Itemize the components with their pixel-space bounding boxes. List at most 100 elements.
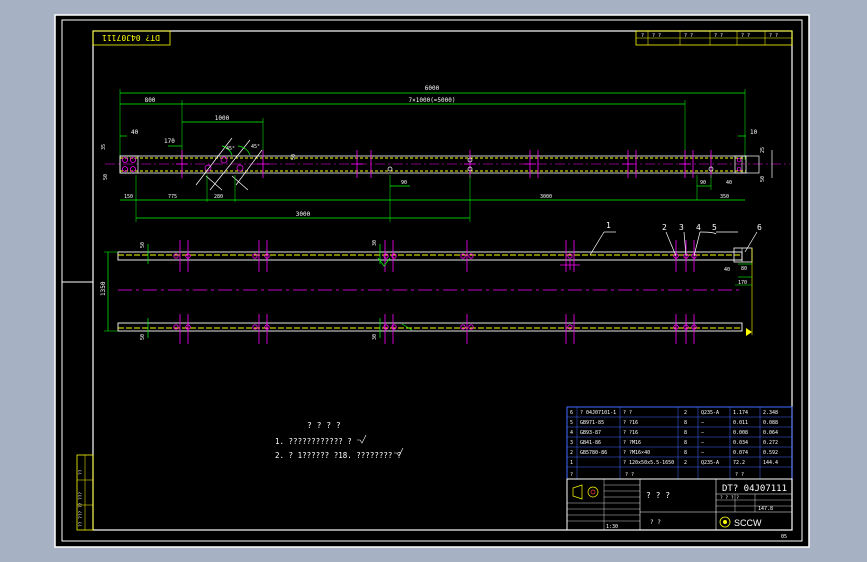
dim-spacing: 7×1000(=5000) [409, 97, 456, 104]
bom-cell-w1: 0.034 [733, 440, 748, 446]
cad-canvas[interactable]: DT? 04J07111 ? ? ? ? ? ? ? ? ? ? ? 6000 … [0, 0, 867, 562]
bom-cell-w1: 0.074 [733, 450, 748, 456]
bom-cell-no: 6 [570, 410, 573, 416]
bom-cell-name: ? ? [623, 410, 632, 416]
dim-3000b: 3000 [540, 194, 552, 200]
balloon-5: 5 [712, 223, 717, 232]
bom-header-mat: ? ? [735, 472, 744, 478]
bom-header-name: ? ? [625, 472, 634, 478]
side-dim-30b: 30 [372, 334, 378, 340]
title-tiny-row: ? ? ? ? [720, 495, 739, 501]
notes-title: ? ? ? ? [307, 421, 341, 430]
dim-10: 10 [750, 129, 758, 136]
dim-1000: 1000 [215, 115, 230, 122]
notes-line-2: 2. ? 1?????? ?18. ???????? ? [275, 451, 401, 460]
bom-cell-w1: 0.008 [733, 430, 748, 436]
dim-775: 775 [168, 194, 177, 200]
bom-cell-no: 2 [570, 450, 573, 456]
bom-cell-w2: 0.592 [763, 450, 778, 456]
title-name: ? ? ? [646, 491, 670, 500]
dim-90a: 90 [401, 180, 407, 186]
bom-cell-w1: 72.2 [733, 460, 745, 466]
bom-cell-w2: 0.064 [763, 430, 778, 436]
balloon-1: 1 [606, 221, 611, 230]
dim-40c: 40 [724, 267, 730, 273]
bom-cell-code: GB41-86 [580, 440, 601, 446]
dim-170b: 170 [738, 280, 747, 286]
notes-line-1: 1. ???????????? ? [275, 437, 352, 446]
dim-overall: 6000 [425, 85, 440, 92]
dim-35: 35 [101, 144, 107, 150]
balloon-4: 4 [696, 223, 701, 232]
bom-cell-qty: 8 [684, 430, 687, 436]
bom-cell-code: GB93-87 [580, 430, 601, 436]
title-scale: 1:30 [606, 524, 618, 530]
bom-cell-name: ? 120x50x5.5-1650 [623, 460, 674, 466]
side-dim-30a: 30 [372, 240, 378, 246]
dim-90b: 90 [700, 180, 706, 186]
title-tiny: ? ? [650, 519, 661, 526]
bom-cell-name: ? ?16 [623, 430, 638, 436]
side-box-text: ??? [78, 492, 84, 500]
title-drawing-no: DT? 04J07111 [722, 484, 787, 494]
balloon-2: 2 [662, 223, 667, 232]
bom-cell-qty: 2 [684, 410, 687, 416]
dim-150: 150 [124, 194, 133, 200]
bom-cell-mat: Q235-A [701, 460, 719, 466]
bom-cell-code: GB971-85 [580, 420, 604, 426]
angle-45a: 45° [226, 146, 235, 152]
bom-header-no: ? [570, 472, 573, 478]
bom-cell-no: 5 [570, 420, 573, 426]
dim-280: 280 [214, 194, 223, 200]
dim-80: 80 [741, 266, 747, 272]
bom-cell-w2: 0.272 [763, 440, 778, 446]
bom-cell-no: 1 [570, 460, 573, 466]
bom-cell-name: ? ?M16×40 [623, 450, 650, 456]
dim-50a: 50 [103, 174, 109, 180]
side-dim-50a: 50 [140, 242, 146, 248]
side-box-text: ?? ??? ?? [78, 502, 84, 527]
dim-40b: 40 [726, 180, 732, 186]
mini-cell: ? ? [714, 33, 723, 39]
dim-50b: 50 [291, 154, 297, 160]
bom-cell-qty: 8 [684, 440, 687, 446]
bom-cell-code: GB5780-86 [580, 450, 607, 456]
bom-cell-no: 3 [570, 440, 573, 446]
title-mass: 147.8 [758, 506, 773, 512]
dim-3000a: 3000 [296, 211, 311, 218]
bom-cell-w1: 0.011 [733, 420, 748, 426]
side-box-text: ?? [78, 469, 84, 475]
dim-350: 350 [720, 194, 729, 200]
dim-800: 800 [145, 97, 156, 104]
dim-170: 170 [164, 138, 175, 145]
bom-cell-w1: 1.174 [733, 410, 748, 416]
dim-50c: 50 [760, 176, 766, 182]
rotated-title-box: DT? 04J07111 [92, 30, 171, 46]
bom-cell-w2: 144.4 [763, 460, 778, 466]
rotated-title-text: DT? 04J07111 [102, 33, 160, 42]
bom-cell-mat: Q235-A [701, 410, 719, 416]
dim-1350: 1350 [100, 281, 107, 296]
mini-cell: ? [641, 33, 644, 39]
bom-cell-w2: 0.088 [763, 420, 778, 426]
side-dim-50b: 50 [140, 334, 146, 340]
bom-cell-code: ? 04J07101-1 [580, 410, 616, 416]
mini-cell: ? ? [769, 33, 778, 39]
balloon-6: 6 [757, 223, 762, 232]
corner-label: 05 [781, 534, 787, 540]
bom-cell-qty: 8 [684, 420, 687, 426]
bom-cell-qty: 2 [684, 460, 687, 466]
company-name: SCCW [734, 518, 762, 528]
bom-cell-qty: 8 [684, 450, 687, 456]
mini-cell: ? ? [684, 33, 693, 39]
balloon-3: 3 [679, 223, 684, 232]
mini-cell: ? ? [652, 33, 661, 39]
angle-45b: 45° [251, 144, 260, 150]
bom-cell-name: ? ?16 [623, 420, 638, 426]
bom-cell-w2: 2.348 [763, 410, 778, 416]
mini-cell: ? ? [741, 33, 750, 39]
bom-cell-no: 4 [570, 430, 573, 436]
dim-25: 25 [760, 147, 766, 153]
dim-40: 40 [131, 129, 139, 136]
bom-cell-name: ? ?M16 [623, 440, 641, 446]
